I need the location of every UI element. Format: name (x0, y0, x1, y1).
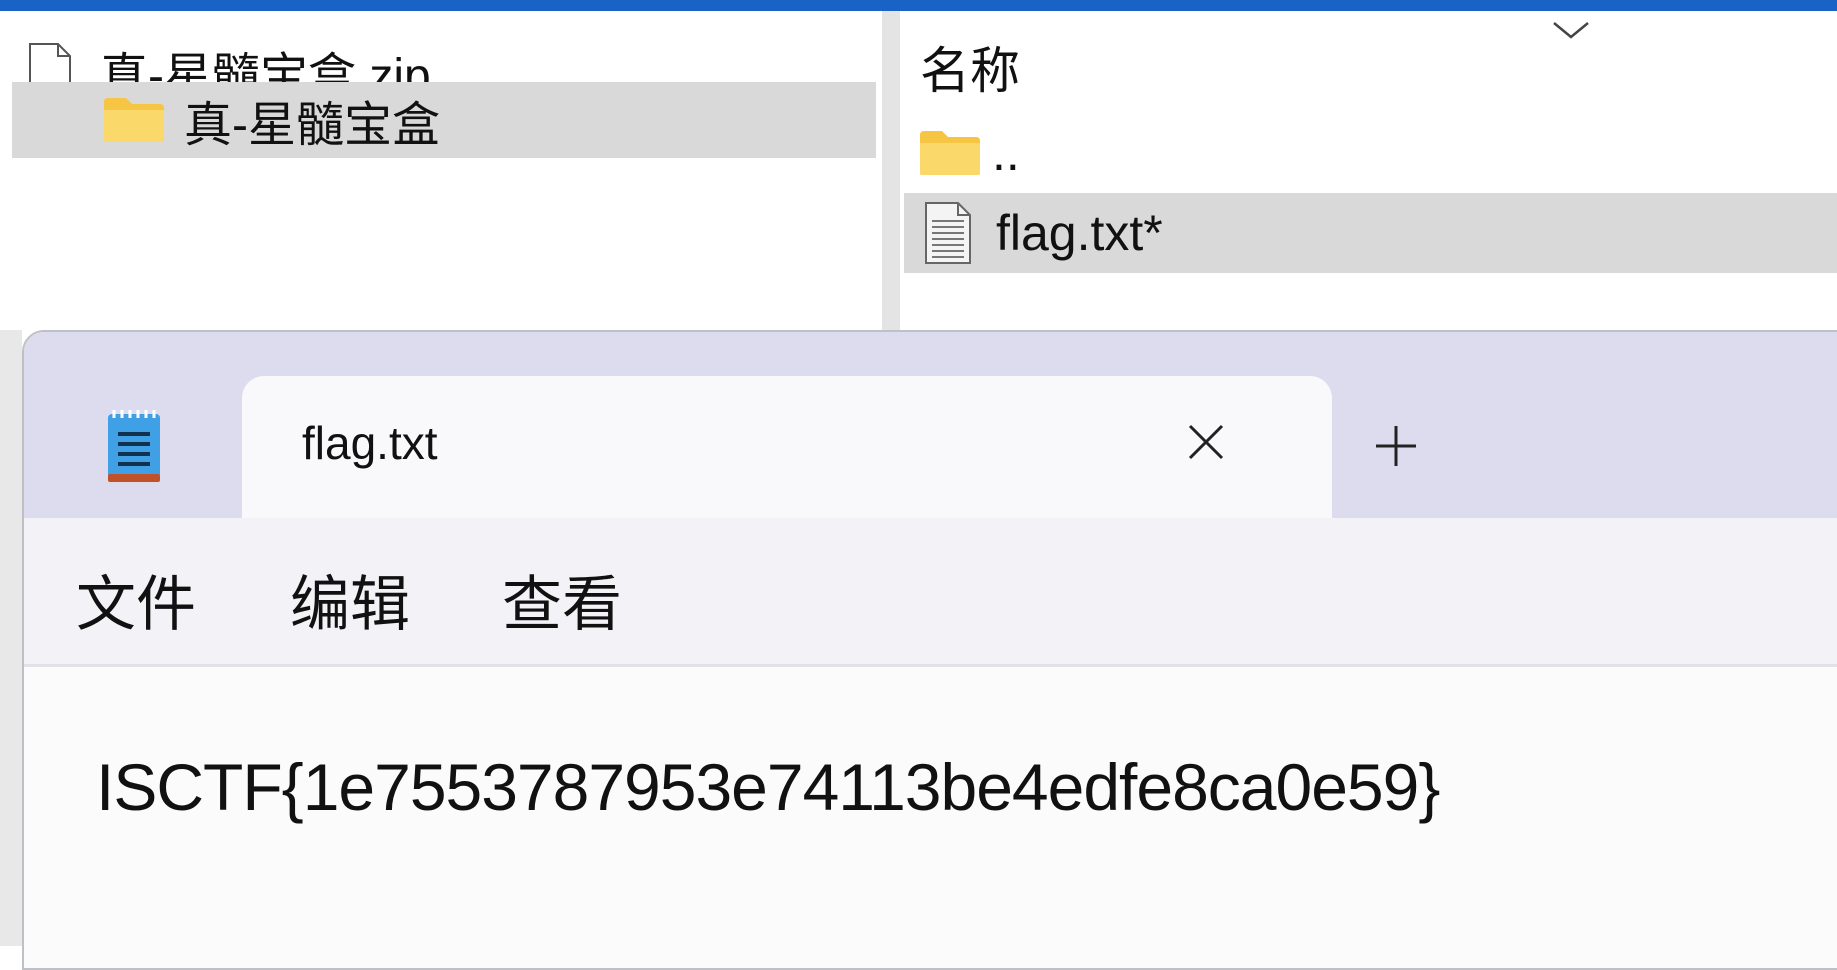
menu-file[interactable]: 文件 (76, 556, 196, 643)
column-header-name[interactable]: 名称 (920, 31, 1020, 103)
plus-icon[interactable] (1374, 424, 1418, 468)
background-window-edge (0, 330, 22, 946)
text-file-icon (924, 201, 972, 265)
menu-bar: 文件 编辑 查看 (24, 518, 1837, 664)
close-icon[interactable] (1186, 422, 1226, 462)
chevron-down-icon[interactable] (1550, 17, 1592, 43)
menu-edit[interactable]: 编辑 (290, 556, 410, 643)
tree-item-folder[interactable]: 真-星髓宝盒 (12, 82, 876, 158)
list-item-label: flag.txt* (996, 205, 1163, 261)
list-item-flag-file[interactable]: flag.txt* (904, 193, 1837, 273)
list-item-label: .. (992, 125, 1020, 181)
notepad-app-icon (108, 410, 160, 482)
menu-view[interactable]: 查看 (502, 556, 622, 643)
folder-icon (918, 129, 982, 177)
list-item-parent[interactable]: .. (904, 113, 1837, 193)
text-editor[interactable]: ISCTF{1e7553787953e74113be4edfe8ca0e59} (24, 667, 1837, 968)
notepad-window: flag.txt 文件 编辑 查看 ISCTF{1e7553787953e741… (22, 330, 1837, 970)
editor-content: ISCTF{1e7553787953e74113be4edfe8ca0e59} (96, 750, 1440, 824)
folder-icon (102, 96, 166, 144)
tab-title: flag.txt (302, 417, 438, 469)
tab-flag-txt[interactable]: flag.txt (242, 376, 1332, 518)
window-accent-bar (0, 0, 1837, 11)
title-bar[interactable]: flag.txt (24, 332, 1837, 518)
tree-item-label: 真-星髓宝盒 (184, 99, 440, 152)
